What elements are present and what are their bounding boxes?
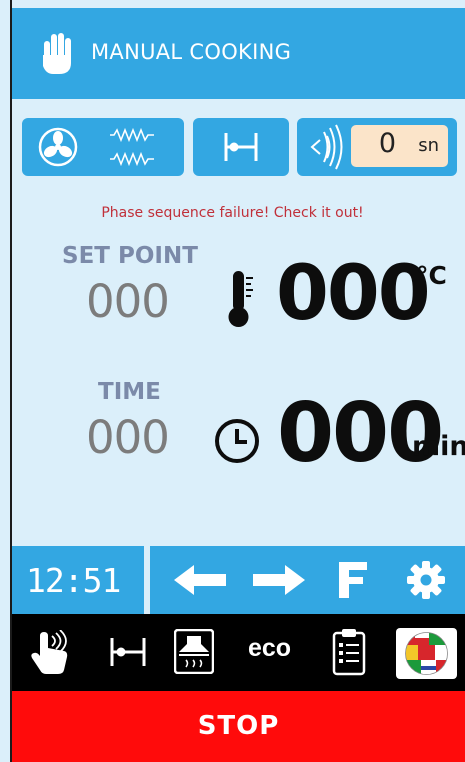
humidity-value: 0 [378,128,396,159]
humidity-button[interactable]: 0 sn [297,118,457,176]
f-icon[interactable] [339,562,367,598]
stop-button[interactable]: STOP [12,691,465,762]
touch-icon[interactable] [30,630,74,676]
header: MANUAL COOKING [12,8,465,99]
screen: MANUAL COOKING 0 sn Phase sequence failu… [0,0,465,762]
stop-label: STOP [197,711,280,741]
page-title: MANUAL COOKING [91,40,292,64]
time-unit: min [412,431,465,462]
function-bar: eco [12,614,465,691]
flags-globe-icon [405,632,448,675]
setpoint-value[interactable]: 000 [86,275,170,328]
language-button[interactable] [396,628,457,679]
thermometer-icon [228,271,253,327]
door-range-icon[interactable] [109,636,147,668]
gear-icon[interactable] [407,561,445,599]
time-set-value[interactable]: 000 [86,411,170,464]
time-label: TIME [98,379,161,405]
eco-button[interactable]: eco [248,634,291,663]
navigation-bar: 12:51 [12,546,465,614]
hand-icon [43,33,71,74]
setpoint-label: SET POINT [62,243,198,269]
clock-display[interactable]: 12:51 [12,546,144,614]
humidity-icon [310,124,343,170]
alert-message: Phase sequence failure! Check it out! [101,205,364,221]
arrow-left-icon[interactable] [174,564,226,596]
hood-icon[interactable] [174,629,214,674]
arrow-right-icon[interactable] [253,564,305,596]
divider [144,546,150,614]
door-range-icon [224,133,258,161]
clock-time: 12:51 [26,561,121,600]
clock-icon [215,419,259,463]
current-temperature: 000 [276,248,431,337]
fan-resistance-button[interactable] [22,118,184,176]
humidity-unit: sn [418,135,439,156]
temperature-unit: °C [416,261,447,290]
humidity-value-field[interactable]: 0 sn [351,125,448,167]
heating-element-icon [110,127,154,167]
door-button[interactable] [193,118,289,176]
clipboard-icon[interactable] [332,628,366,676]
fan-icon [38,127,78,167]
